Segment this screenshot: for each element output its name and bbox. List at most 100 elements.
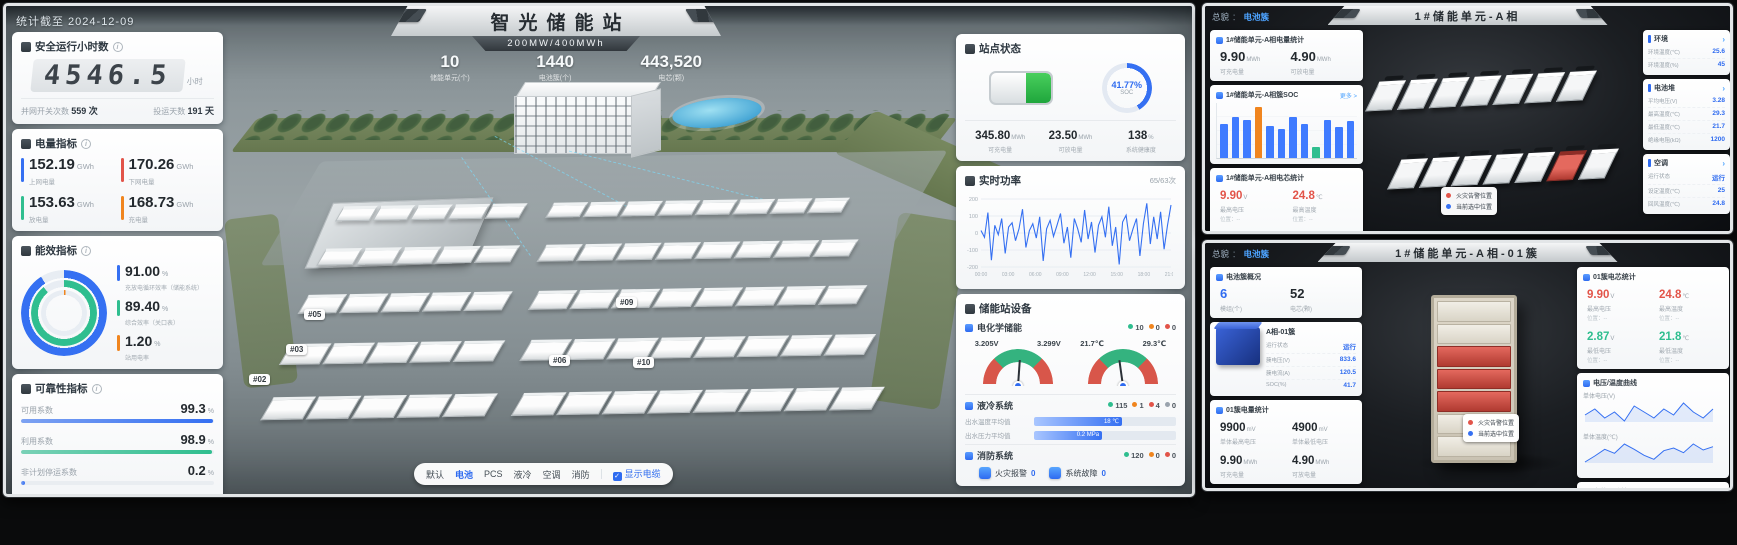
header-band: 智光储能站 (391, 6, 721, 36)
soc-bar[interactable] (1266, 126, 1274, 158)
unit-title: 1#储能单元-A相 (1415, 8, 1521, 24)
row-tag[interactable]: #03 (286, 344, 307, 355)
fire-item[interactable]: 系统故障0 (1049, 467, 1105, 479)
row-tag[interactable]: #06 (549, 355, 570, 366)
more-link[interactable]: 更多 > (1340, 91, 1357, 100)
efficiency-card: 能效指标 i 91.00 %充放电循环效率（储能系统）89.40 %综合效率（关… (12, 236, 223, 369)
soc-bar[interactable] (1220, 124, 1228, 158)
battery-container[interactable] (474, 245, 520, 263)
breadcrumb-item-2[interactable]: 电池簇 (1244, 12, 1270, 22)
cooling-legend: 115140 (1108, 401, 1176, 410)
row-tag[interactable]: #02 (249, 374, 270, 385)
battery-container[interactable] (583, 202, 626, 218)
legend-dot (1149, 452, 1154, 457)
battery-icon (989, 71, 1053, 105)
row-tag[interactable]: #05 (304, 309, 325, 320)
kv-label: 环境温度(℃) (1648, 48, 1680, 56)
battery-container[interactable] (453, 340, 506, 362)
sparkline-group[interactable]: 单体电压(V)单体温度(℃) (1583, 391, 1723, 469)
soc-bar[interactable] (1289, 117, 1297, 158)
layer-button-电池[interactable]: 电池 (455, 468, 473, 481)
breadcrumb-item-2[interactable]: 电池簇 (1244, 249, 1270, 259)
stat-label: 储能单元(个) (430, 73, 470, 83)
info-icon[interactable]: i (81, 139, 91, 149)
layer-button-空调[interactable]: 空调 (543, 468, 561, 481)
kv-label: 环境湿度(%) (1648, 61, 1679, 69)
rack-module[interactable] (1437, 301, 1511, 322)
unit-3d-view[interactable] (1367, 36, 1636, 227)
soc-bar[interactable] (1335, 127, 1343, 158)
soc-bar[interactable] (1278, 129, 1286, 158)
battery-container[interactable] (769, 198, 812, 214)
soc-bar[interactable] (1243, 120, 1251, 159)
unit-energy-card: 1#储能单元-A相电量统计 9.90MWh可充电量4.90MWh可放电量 (1210, 30, 1363, 81)
battery-container[interactable] (695, 200, 738, 216)
kv-value: 3.28 (1712, 97, 1725, 105)
battery-container[interactable] (335, 206, 378, 222)
rack-module-alert[interactable] (1437, 391, 1511, 412)
kv-row: 簇电流(A)120.5 (1266, 367, 1356, 380)
show-cables-toggle[interactable]: ✓显示电缆 (613, 467, 661, 481)
value-label: 可充电量 (1220, 470, 1284, 479)
soc-bar[interactable] (1347, 121, 1355, 158)
unit-cell-stats-card: 1#储能单元-A相电芯统计 9.90V最高电压位置：--24.8℃最高温度位置：… (1210, 168, 1363, 231)
layer-button-PCS[interactable]: PCS (484, 469, 503, 479)
checkbox-icon[interactable]: ✓ (613, 472, 622, 481)
soc-bar[interactable] (1324, 120, 1332, 159)
container-group (528, 285, 867, 310)
rack-module-alert[interactable] (1437, 346, 1511, 367)
value-item: 21.8℃最低温度位置：-- (1289, 228, 1358, 231)
battery-container[interactable] (732, 199, 775, 215)
svg-text:18:00: 18:00 (1138, 272, 1151, 277)
cluster-soc-bars[interactable] (1216, 103, 1357, 159)
soc-bar[interactable] (1232, 117, 1240, 158)
legend-count: 120 (1124, 451, 1144, 460)
battery-container[interactable] (823, 334, 876, 356)
info-icon[interactable]: i (81, 246, 91, 256)
legend-dot (1165, 402, 1170, 407)
soc-bar[interactable] (1301, 124, 1309, 158)
station-stat: 1440电池簇(个) (536, 52, 574, 83)
info-icon[interactable]: i (113, 42, 123, 52)
battery-container[interactable] (410, 204, 453, 220)
chevron-right-icon[interactable]: › (1722, 36, 1725, 43)
row-tag[interactable]: #10 (633, 357, 654, 368)
card-title: 1#储能单元-A相电量统计 (1226, 35, 1304, 45)
temp-min: 21.7℃ (1080, 339, 1104, 348)
battery-container[interactable] (463, 291, 512, 311)
soc-bar[interactable] (1312, 147, 1320, 158)
unit-screen: 1#储能单元-A相 总貌：电池簇 火灾告警位置当前选中位置 1#储能单元-A相电… (1205, 6, 1730, 231)
value-label: 单体最低电压 (1292, 437, 1356, 446)
layer-button-默认[interactable]: 默认 (426, 468, 444, 481)
voltage-max: 3.299V (1037, 339, 1061, 348)
battery-container[interactable] (818, 285, 867, 305)
battery-container[interactable] (447, 204, 490, 220)
battery-container[interactable] (372, 205, 415, 221)
chevron-right-icon[interactable]: › (1722, 160, 1725, 167)
rack-module-alert[interactable] (1437, 369, 1511, 390)
chevron-right-icon[interactable]: › (1722, 85, 1725, 92)
battery-container[interactable] (545, 202, 588, 218)
row-tag[interactable]: #09 (616, 297, 637, 308)
kv-row: 绝缘电阻(kΩ)1200 (1648, 134, 1725, 146)
fire-item[interactable]: 火灾报警0 (979, 467, 1035, 479)
metric-value: 168.73GWh充电量 (129, 194, 194, 224)
panel-title: 电池堆 (1654, 83, 1675, 93)
svg-text:21:00: 21:00 (1165, 272, 1173, 277)
layer-button-液冷[interactable]: 液冷 (514, 468, 532, 481)
value-item: 24.8℃最高温度位置：-- (1655, 285, 1723, 322)
side-panel-环境: 环境›环境温度(℃)25.6环境湿度(%)45 (1643, 30, 1730, 75)
realtime-power-chart[interactable]: 2001000-100-20000:0003:0006:0009:0012:00… (965, 193, 1176, 282)
sparkline-row: 单体电压(V) (1583, 391, 1723, 428)
soc-value: 41.77% (1111, 80, 1142, 90)
soc-bar[interactable] (1255, 107, 1263, 158)
breadcrumb-item-1[interactable]: 总貌 (1212, 249, 1229, 259)
battery-container[interactable] (620, 201, 663, 217)
layer-button-消防[interactable]: 消防 (572, 468, 590, 481)
rack-module[interactable] (1437, 324, 1511, 345)
stat-value: 443,520 (641, 52, 702, 72)
battery-container[interactable] (485, 203, 528, 219)
info-icon[interactable]: i (92, 384, 102, 394)
breadcrumb-item-1[interactable]: 总貌 (1212, 12, 1229, 22)
battery-container[interactable] (657, 200, 700, 216)
